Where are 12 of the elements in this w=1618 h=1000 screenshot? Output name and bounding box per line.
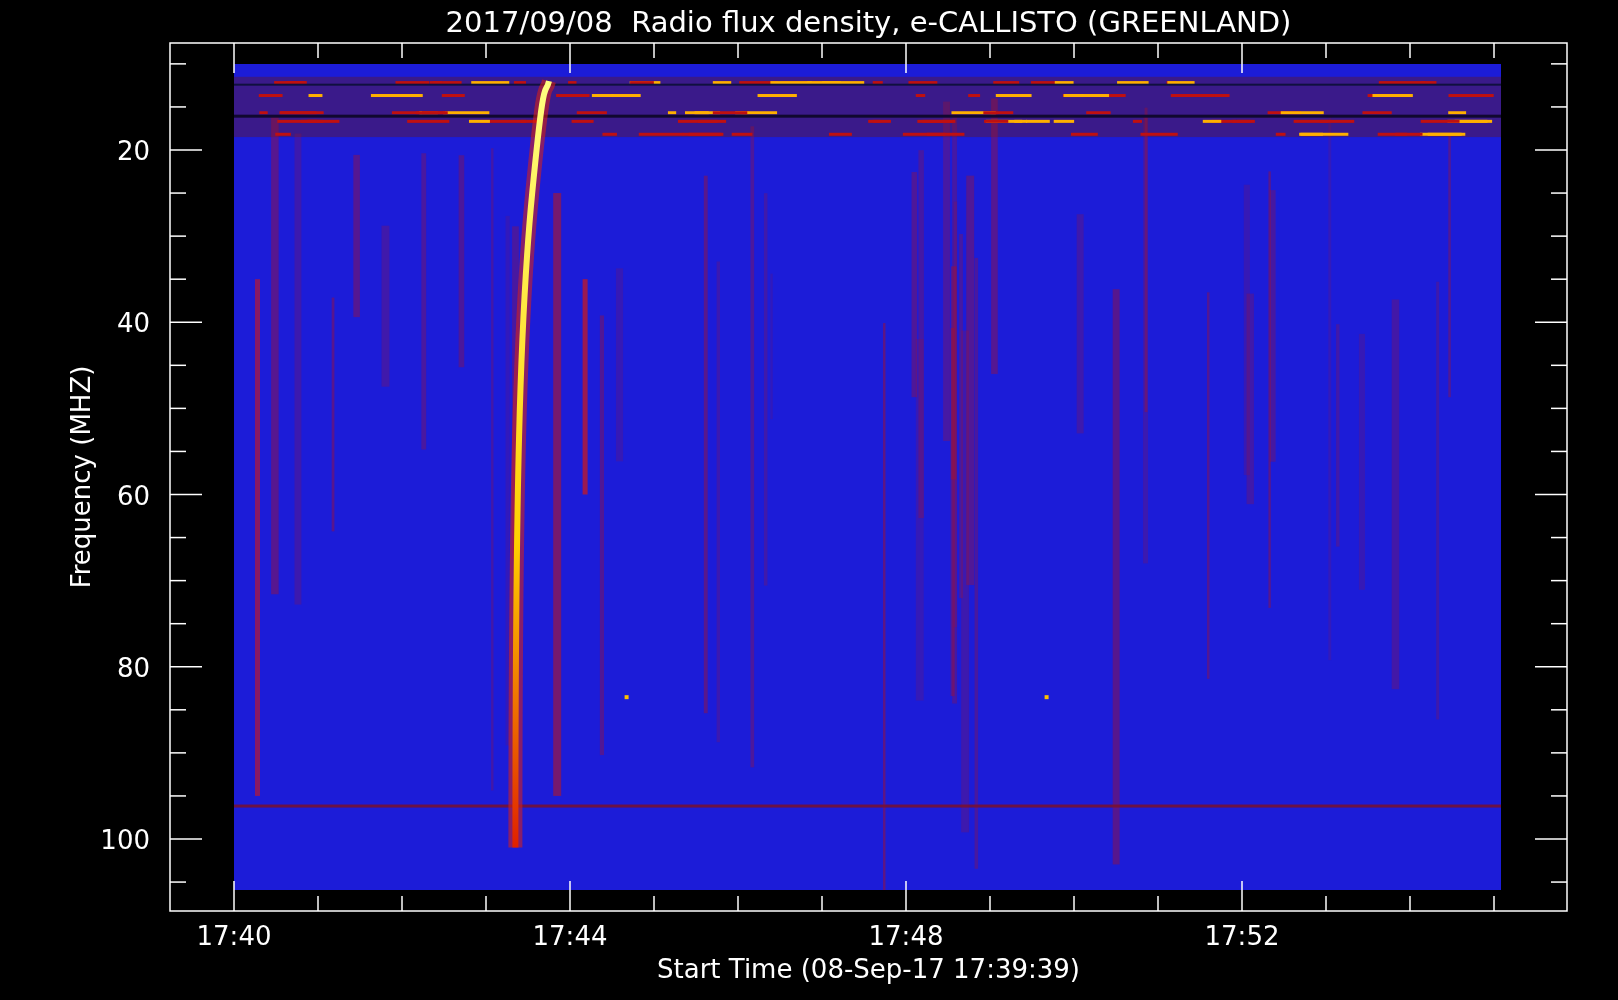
x-tick-label: 17:40 (196, 921, 272, 951)
x-axis-label: Start Time (08-Sep-17 17:39:39) (657, 953, 1080, 986)
y-tick-label: 40 (116, 308, 150, 339)
y-tick-label: 60 (116, 480, 150, 511)
y-axis-label: Frequency (MHZ) (66, 365, 96, 589)
x-tick-label: 17:52 (1204, 921, 1280, 951)
y-tick-label: 100 (100, 825, 150, 855)
x-tick-label: 17:48 (868, 921, 944, 951)
y-tick-label: 80 (116, 652, 150, 683)
x-tick-label: 17:44 (532, 921, 608, 951)
y-tick-label: 20 (116, 136, 150, 166)
chart-title: 2017/09/08 Radio flux density, e-CALLISTO (GREENLAND) (445, 4, 1292, 40)
